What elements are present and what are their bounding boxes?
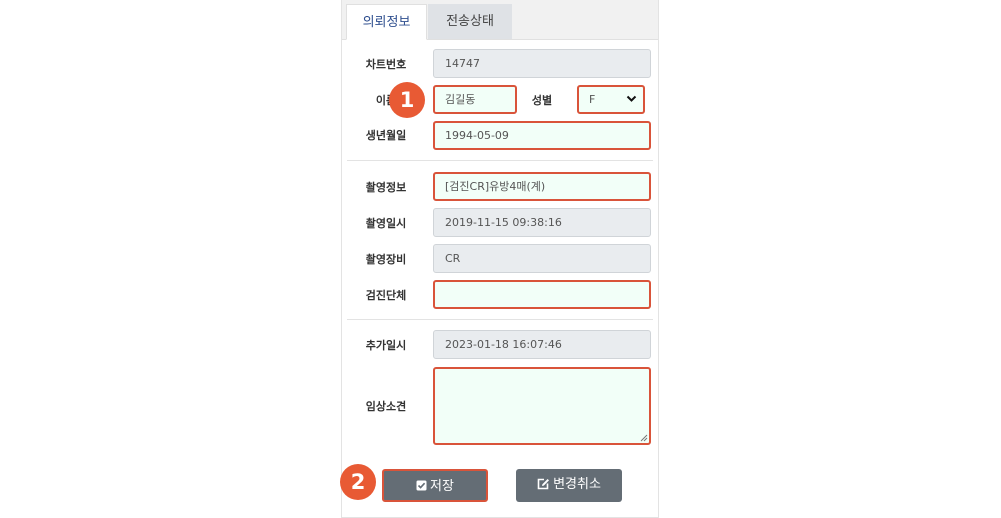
callout-badge-2: 2	[340, 464, 376, 500]
screening-group-label: 검진단체	[365, 289, 407, 302]
resize-handle-icon[interactable]	[640, 434, 648, 442]
cancel-changes-button-label: 변경취소	[553, 477, 601, 492]
request-info-panel: 의뢰정보 전송상태 차트번호 14747 이름 김길동 성별 F 생년월일 19…	[341, 0, 659, 518]
exam-datetime-label: 촬영일시	[365, 217, 407, 230]
exam-info-label: 촬영정보	[365, 181, 407, 194]
section-divider	[347, 319, 653, 320]
tab-transfer-status[interactable]: 전송상태	[428, 4, 512, 39]
exam-datetime-field: 2019-11-15 09:38:16	[433, 208, 651, 237]
added-datetime-label: 추가일시	[365, 339, 407, 352]
tab-request-info[interactable]: 의뢰정보	[346, 4, 427, 40]
chevron-down-icon	[626, 95, 637, 102]
added-datetime-field: 2023-01-18 16:07:46	[433, 330, 651, 359]
save-button-label: 저장	[430, 479, 454, 494]
birth-date-field[interactable]: 1994-05-09	[433, 121, 651, 150]
gender-label: 성별	[531, 94, 553, 107]
clinical-findings-textarea[interactable]	[433, 367, 651, 445]
clinical-findings-label: 임상소견	[365, 400, 407, 413]
chart-number-label: 차트번호	[365, 58, 407, 71]
chart-number-field: 14747	[433, 49, 651, 78]
birth-date-label: 생년월일	[365, 129, 407, 142]
checkbox-icon	[416, 480, 427, 491]
edit-icon	[537, 478, 550, 489]
callout-badge-1: 1	[389, 82, 425, 118]
screening-group-field[interactable]	[433, 280, 651, 309]
section-divider	[347, 160, 653, 161]
gender-select[interactable]: F	[577, 85, 645, 114]
cancel-changes-button[interactable]: 변경취소	[516, 469, 622, 502]
name-field[interactable]: 김길동	[433, 85, 517, 114]
equipment-label: 촬영장비	[365, 253, 407, 266]
equipment-field: CR	[433, 244, 651, 273]
tab-bar: 의뢰정보 전송상태	[342, 0, 658, 40]
exam-info-field[interactable]: [검진CR]유방4매(계)	[433, 172, 651, 201]
save-button[interactable]: 저장	[382, 469, 488, 502]
gender-select-value: F	[589, 93, 596, 106]
